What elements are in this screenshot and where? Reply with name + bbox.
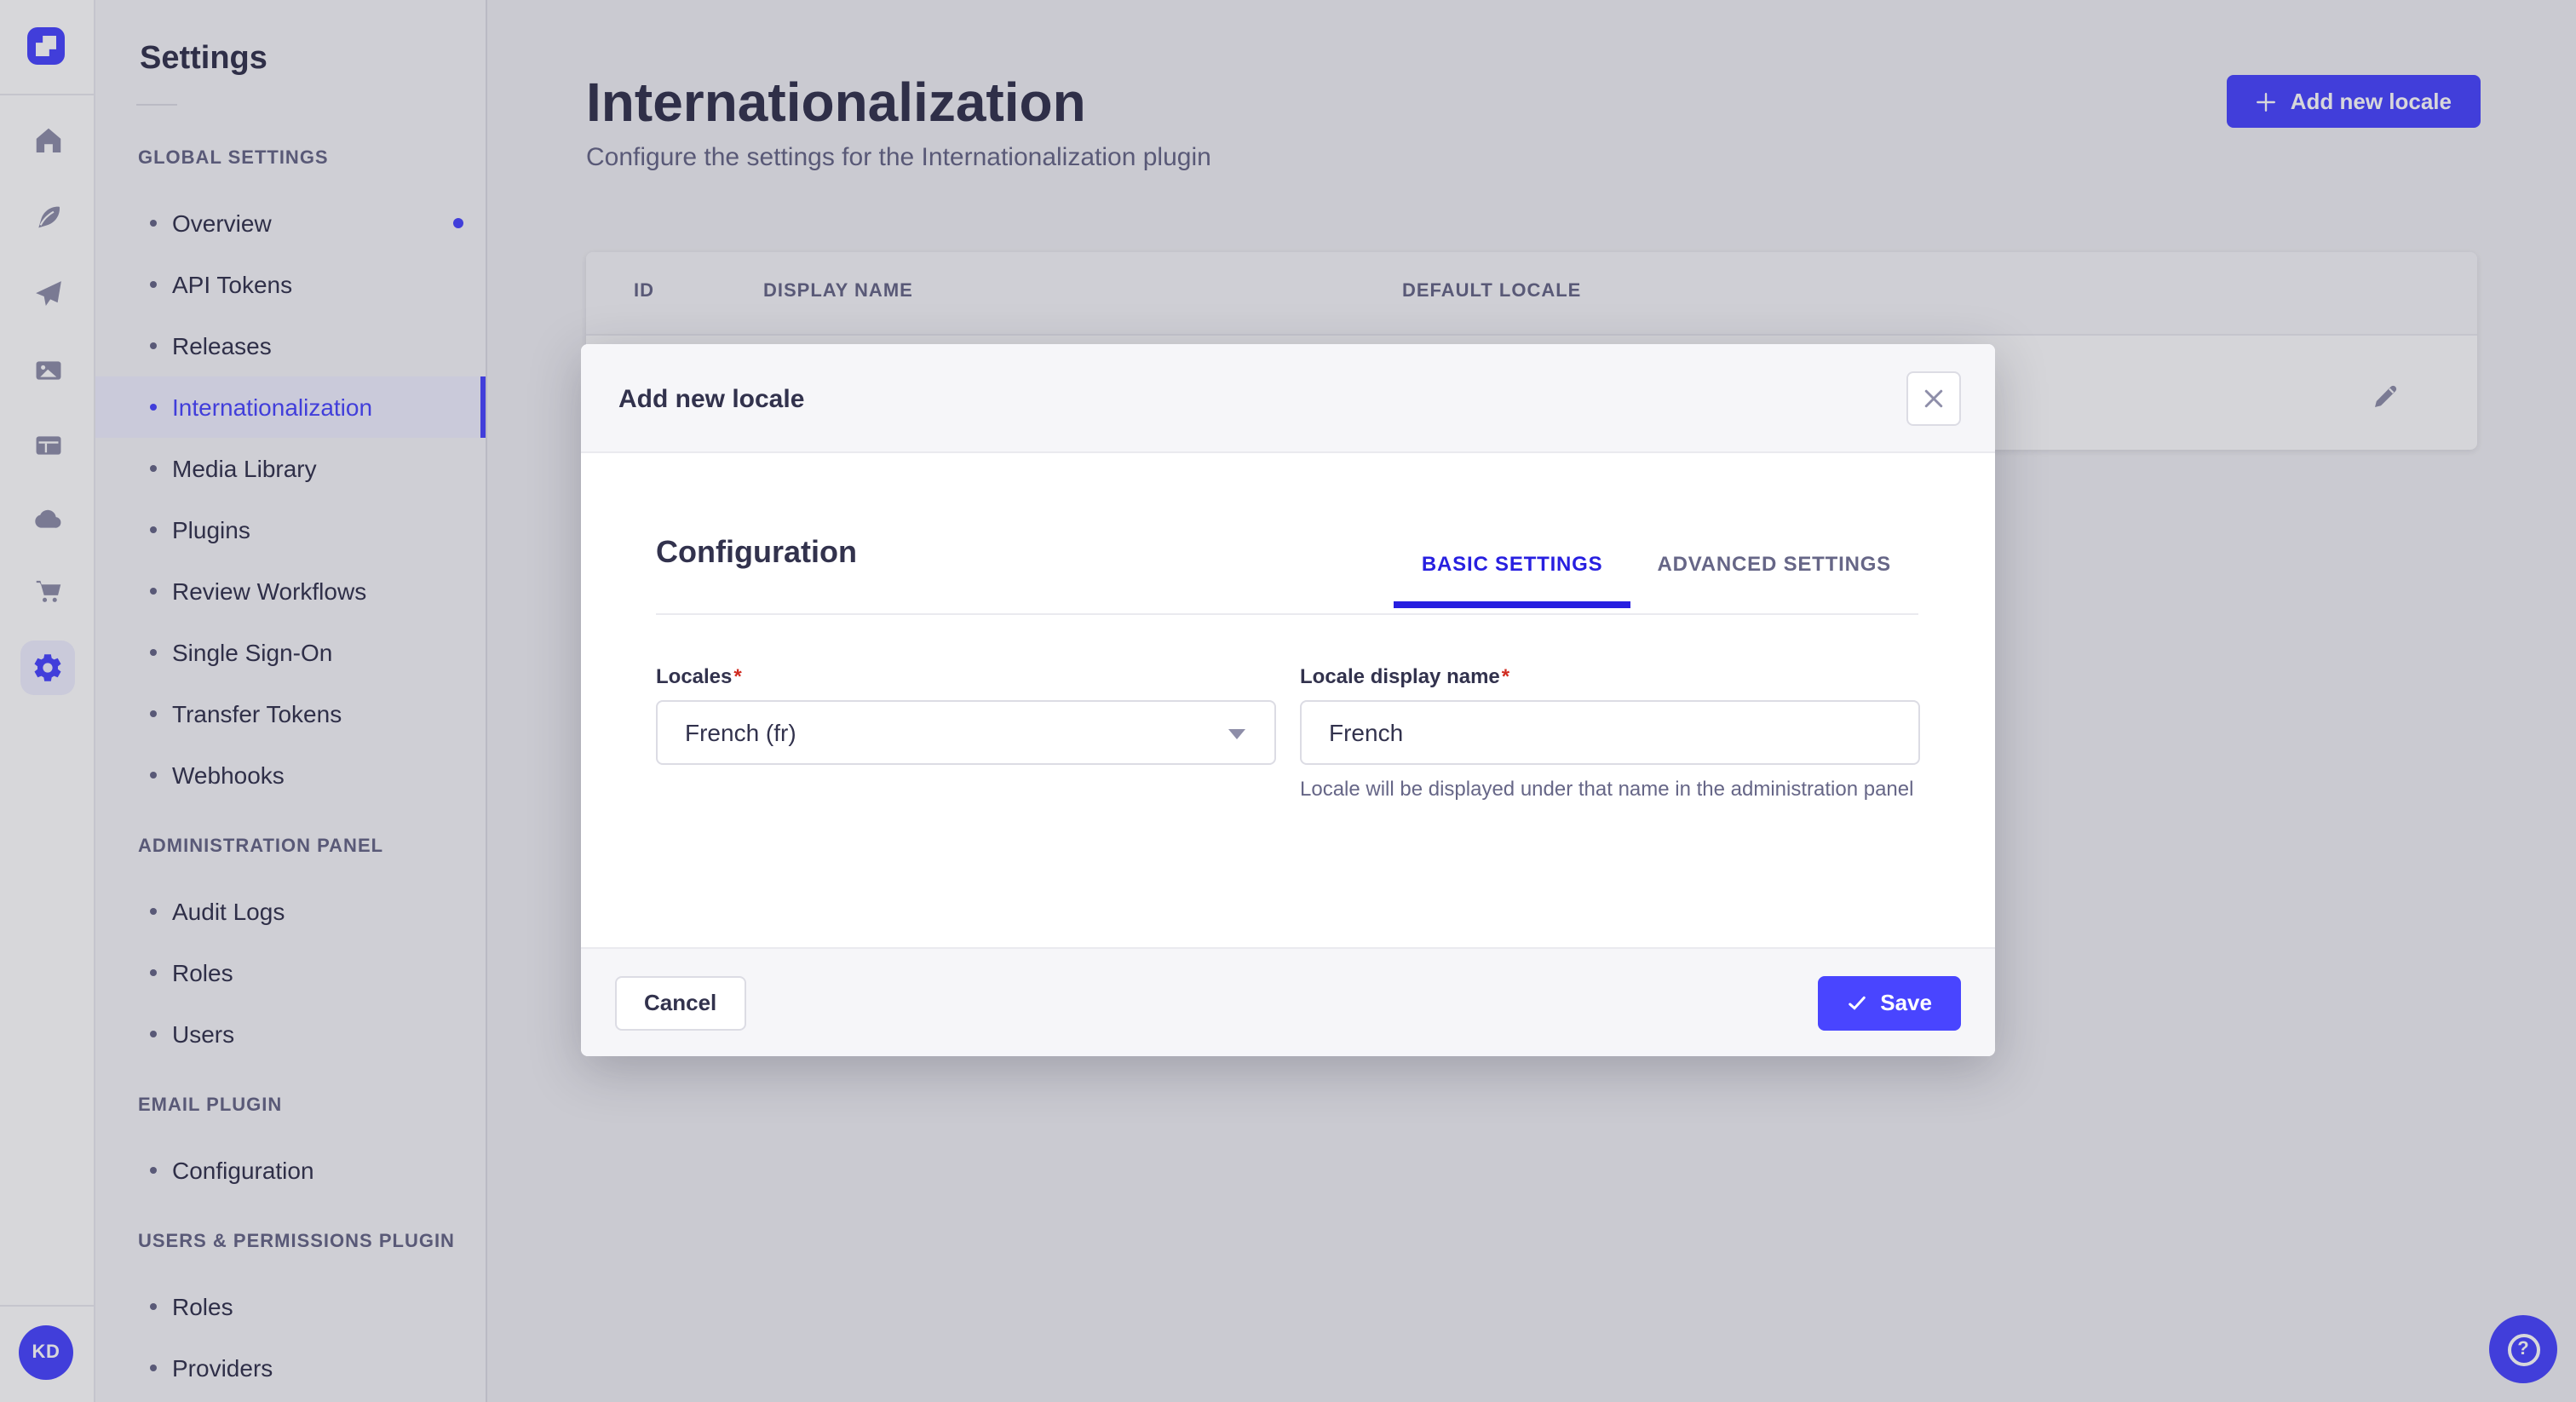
display-name-input[interactable] (1300, 700, 1920, 765)
modal-header: Add new locale (581, 344, 1995, 453)
tab-basic-settings[interactable]: BASIC SETTINGS (1394, 538, 1630, 608)
settings-tabs: BASIC SETTINGS ADVANCED SETTINGS (1394, 538, 1918, 608)
locales-select[interactable]: French (fr) (656, 700, 1276, 765)
add-locale-modal: Add new locale Configuration BASIC SETTI… (581, 344, 1995, 1056)
display-name-field: Locale display name* Locale will be disp… (1300, 663, 1920, 802)
locales-label: Locales * (656, 664, 742, 688)
close-button[interactable] (1906, 371, 1961, 426)
required-asterisk: * (1501, 664, 1510, 688)
modal-title: Add new locale (618, 385, 805, 414)
check-icon (1848, 995, 1865, 1009)
strapi-admin-app: KD Settings GLOBAL SETTINGS Overview API… (0, 0, 2576, 1402)
close-icon (1924, 389, 1943, 408)
locales-select-value: French (fr) (685, 719, 796, 746)
chevron-down-icon (1228, 729, 1245, 739)
cancel-button[interactable]: Cancel (615, 975, 746, 1030)
configuration-heading: Configuration (656, 535, 857, 569)
save-button[interactable]: Save (1817, 975, 1961, 1030)
display-name-hint: Locale will be displayed under that name… (1300, 777, 1914, 801)
locales-field: Locales * French (fr) (656, 663, 1276, 802)
tabs-divider (656, 613, 1918, 615)
modal-body: Configuration BASIC SETTINGS ADVANCED SE… (581, 453, 1995, 947)
required-asterisk: * (733, 664, 742, 688)
tab-advanced-settings[interactable]: ADVANCED SETTINGS (1630, 538, 1918, 608)
display-name-label: Locale display name * (1300, 664, 1510, 688)
modal-footer: Cancel Save (581, 947, 1995, 1056)
